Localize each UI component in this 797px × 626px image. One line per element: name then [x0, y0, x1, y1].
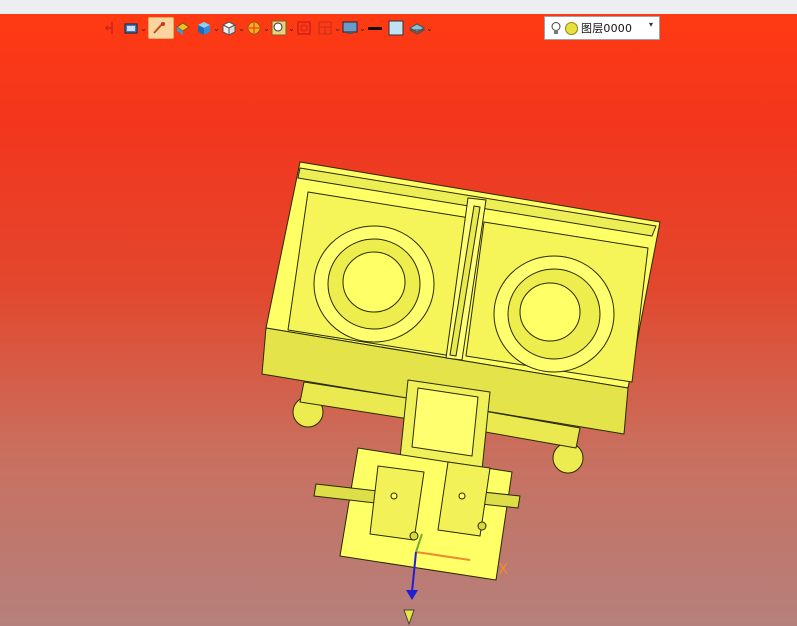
layer-color-swatch-icon — [565, 21, 578, 35]
exit-view-icon — [102, 20, 118, 36]
axis-origin-arrow — [403, 609, 415, 626]
line-color-icon — [367, 20, 383, 36]
tool-button-rotate[interactable] — [296, 16, 316, 40]
tool-button-layer-stack[interactable]: ⌄ — [408, 16, 433, 40]
zoom-fit-icon — [271, 20, 287, 36]
chevron-down-icon[interactable]: ⌄ — [426, 24, 433, 33]
tool-button-display-monitor[interactable]: ⌄ — [342, 16, 366, 40]
layer-selector[interactable]: 图层0000 ▾ — [544, 16, 660, 40]
caster-wheel-right — [552, 442, 584, 474]
chevron-down-icon[interactable]: ⌄ — [359, 24, 366, 33]
section-view-icon — [246, 20, 262, 36]
feed-column-plate — [411, 387, 479, 457]
view-toolbar: ⌄ ⌄ ⌄ ⌄ ⌄ ⌄ ⌄ ⌄ — [102, 15, 433, 41]
layer-name: 图层0000 — [581, 22, 633, 35]
tool-button-line-color[interactable] — [367, 16, 387, 40]
tool-button-section-view[interactable]: ⌄ — [246, 16, 270, 40]
pick-unit-left — [369, 465, 425, 541]
chevron-down-icon[interactable]: ⌄ — [238, 24, 245, 33]
tool-button-edge-display[interactable] — [148, 17, 174, 39]
tool-button-iso-view[interactable]: ⌄ — [221, 16, 245, 40]
chevron-down-icon[interactable]: ⌄ — [334, 24, 341, 33]
tool-button-render-style[interactable]: ⌄ — [123, 16, 147, 40]
layer-stack-icon — [408, 20, 426, 36]
axis-x-label: X — [498, 560, 508, 578]
chevron-down-icon: ▾ — [648, 20, 653, 29]
chevron-down-icon[interactable]: ⌄ — [288, 24, 295, 33]
chevron-down-icon[interactable]: ⌄ — [263, 24, 270, 33]
shaded-solid-icon — [175, 20, 191, 36]
tool-button-shaded-solid[interactable] — [175, 16, 195, 40]
chevron-down-icon[interactable]: ⌄ — [140, 24, 147, 33]
rotate-icon — [296, 20, 312, 36]
display-monitor-icon — [342, 20, 358, 36]
edge-display-icon — [151, 20, 167, 36]
right-bowl-inner — [519, 282, 581, 342]
tool-button-exit-view[interactable] — [102, 16, 122, 40]
tool-button-zoom-fit[interactable]: ⌄ — [271, 16, 295, 40]
chevron-down-icon[interactable]: ⌄ — [213, 24, 220, 33]
layout-icon — [317, 20, 333, 36]
cad-model-view[interactable]: X — [0, 0, 797, 626]
iso-view-icon — [221, 20, 237, 36]
lightbulb-icon — [551, 21, 561, 35]
fill-color-icon — [388, 20, 404, 36]
cube-view-icon — [196, 20, 212, 36]
tool-button-layout[interactable]: ⌄ — [317, 16, 341, 40]
render-style-icon — [123, 20, 139, 36]
tool-button-fill-color[interactable] — [388, 16, 408, 40]
tool-button-cube-view[interactable]: ⌄ — [196, 16, 220, 40]
left-bowl-inner — [342, 251, 406, 313]
